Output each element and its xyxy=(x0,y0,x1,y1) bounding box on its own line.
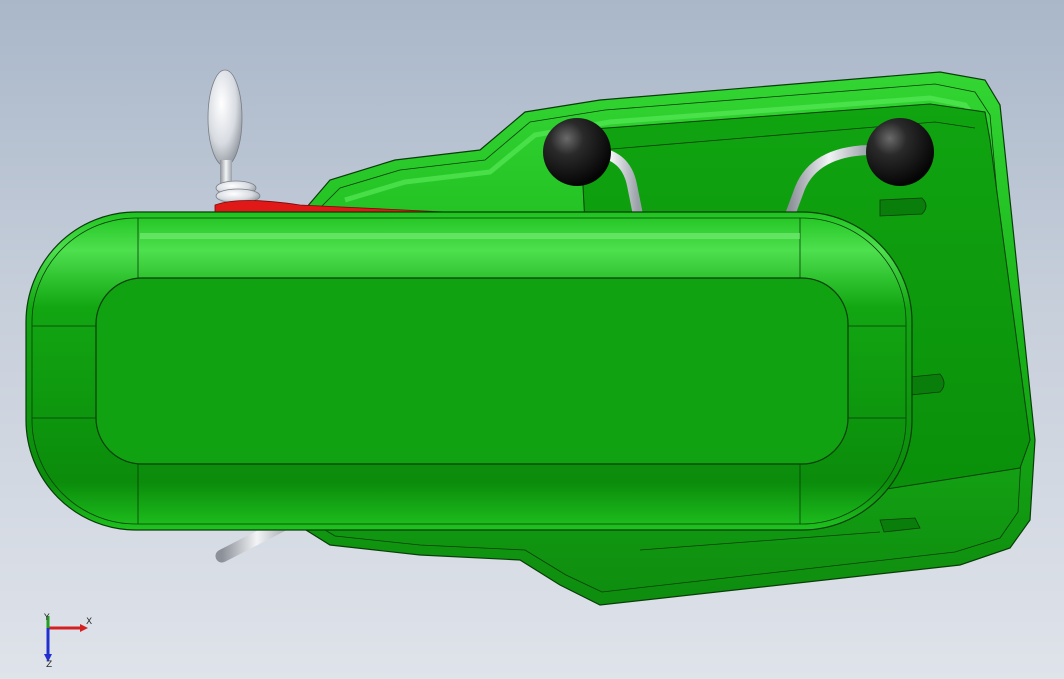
3d-viewport[interactable]: X Y Z xyxy=(0,0,1064,679)
axis-triad: X Y Z xyxy=(43,613,92,668)
x-axis-label: X xyxy=(86,617,92,627)
main-lid[interactable] xyxy=(25,211,913,531)
lid-panel xyxy=(95,277,849,465)
y-axis-label: Y xyxy=(43,613,50,623)
model-render[interactable] xyxy=(0,0,1064,679)
left-knob[interactable] xyxy=(543,118,611,186)
right-knob[interactable] xyxy=(866,118,934,186)
z-axis-label: Z xyxy=(46,660,52,668)
